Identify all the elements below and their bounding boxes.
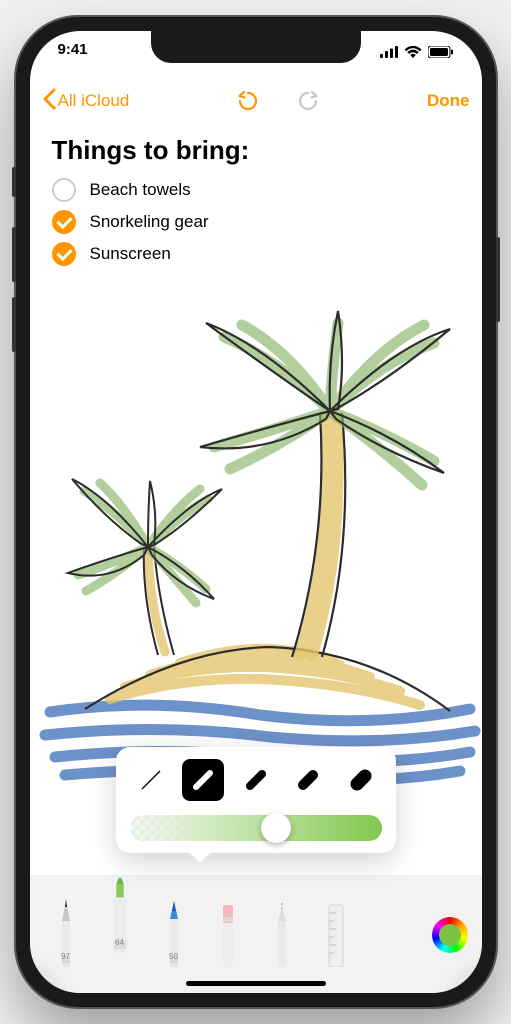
volume-down-button	[12, 297, 16, 352]
volume-up-button	[12, 227, 16, 282]
lasso-tool[interactable]	[260, 891, 304, 967]
ruler-tool[interactable]	[314, 891, 358, 967]
nav-bar: All iCloud Done	[30, 79, 482, 123]
done-button[interactable]: Done	[427, 91, 470, 111]
tool-number: 64	[115, 938, 124, 947]
pencil-tool[interactable]: 50	[152, 891, 196, 967]
checklist-item[interactable]: Snorkeling gear	[52, 210, 460, 234]
back-button[interactable]: All iCloud	[42, 88, 130, 115]
note-title: Things to bring:	[52, 135, 460, 166]
tip-xl-button[interactable]	[340, 759, 382, 801]
slider-thumb[interactable]	[261, 813, 291, 843]
drawing-toolbar: 97 64	[30, 875, 482, 993]
status-time: 9:41	[58, 41, 88, 65]
tip-size-row	[130, 759, 382, 801]
redo-button[interactable]	[296, 89, 320, 113]
brush-tip-popup	[116, 747, 396, 853]
silence-switch	[12, 167, 16, 197]
side-button	[496, 237, 500, 322]
notch	[151, 31, 361, 63]
marker-tool[interactable]: 64	[98, 877, 142, 953]
tip-small-button[interactable]	[182, 759, 224, 801]
wifi-icon	[404, 45, 422, 62]
phone-frame: 9:41 All iCloud	[16, 17, 496, 1007]
checklist-label: Beach towels	[90, 180, 191, 200]
checkbox-unchecked-icon[interactable]	[52, 178, 76, 202]
checklist-item[interactable]: Beach towels	[52, 178, 460, 202]
home-indicator[interactable]	[186, 981, 326, 986]
tool-number: 50	[169, 952, 178, 961]
screen: 9:41 All iCloud	[30, 31, 482, 993]
undo-button[interactable]	[236, 89, 260, 113]
tip-medium-button[interactable]	[235, 759, 277, 801]
checklist-label: Snorkeling gear	[90, 212, 209, 232]
back-label: All iCloud	[58, 91, 130, 111]
color-picker-button[interactable]	[432, 917, 468, 953]
chevron-left-icon	[42, 88, 56, 115]
opacity-slider[interactable]	[130, 815, 382, 841]
checkbox-checked-icon[interactable]	[52, 210, 76, 234]
tip-large-button[interactable]	[287, 759, 329, 801]
status-indicators	[380, 41, 454, 65]
eraser-tool[interactable]	[206, 891, 250, 967]
tip-thin-button[interactable]	[130, 759, 172, 801]
pen-tool[interactable]: 97	[44, 891, 88, 967]
signal-icon	[380, 45, 398, 62]
tool-number: 97	[61, 952, 70, 961]
battery-icon	[428, 45, 454, 62]
